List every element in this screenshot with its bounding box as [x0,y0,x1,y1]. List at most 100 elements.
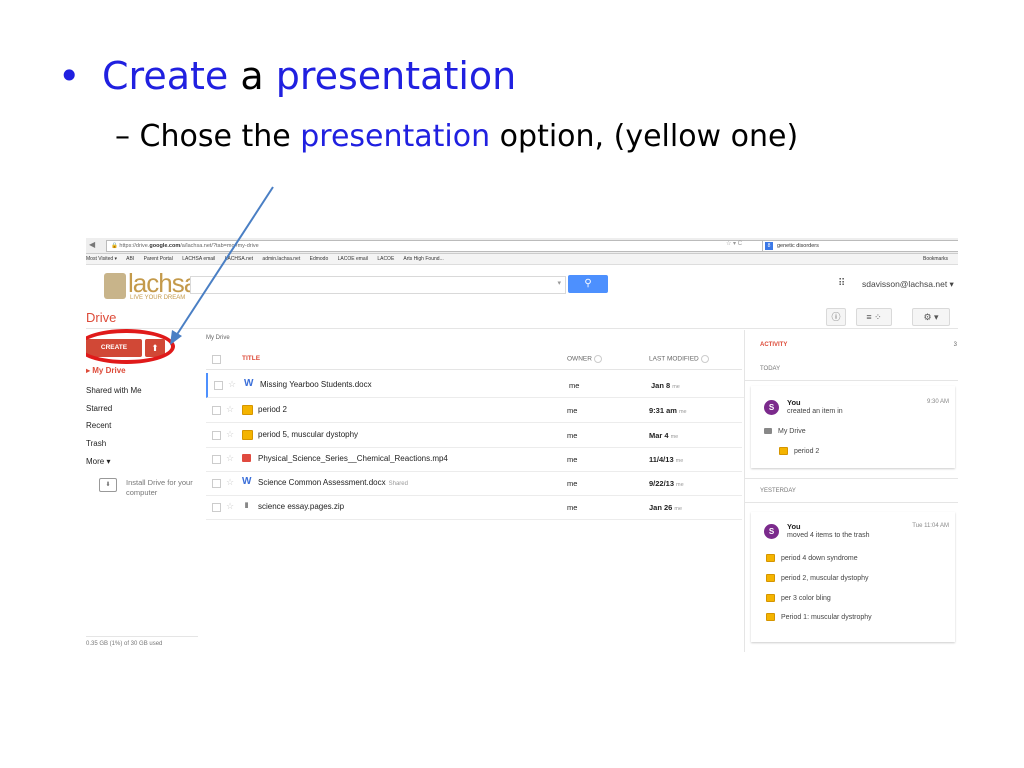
file-name[interactable]: period 5, muscular dystophy [258,430,361,439]
highlight-circle [86,329,175,364]
activity-folder[interactable]: My Drive [764,428,806,435]
bookmark-item[interactable]: LACOE email [338,256,368,262]
activity-file[interactable]: period 2 [779,447,819,455]
details-info-icon[interactable]: ⓘ [826,308,846,326]
slides-icon [766,594,775,602]
activity-card-today[interactable]: S You created an item in 9:30 AM My Driv… [751,386,955,468]
table-row[interactable]: ☆ W Science Common Assessment.docx Shared… [206,471,742,496]
table-row[interactable]: ☆ ▮ science essay.pages.zip me Jan 26 me [206,495,742,520]
avatar: S [764,524,779,539]
word-presentation: presentation [275,54,517,98]
table-row[interactable]: ☆ period 2 me 9:31 am me [206,398,742,423]
file-name[interactable]: Science Common Assessment.docx Shared [258,478,408,487]
activity-divider [745,478,958,479]
sidebar-divider [86,636,198,637]
slides-icon [766,554,775,562]
table-row[interactable]: ☆ W Missing Yearboo Students.docx me Jan… [206,373,744,398]
file-modified: Jan 26 me [649,503,682,512]
search-button[interactable]: ⚲ [568,275,608,293]
video-file-icon [242,454,251,462]
star-icon[interactable]: ☆ [226,478,234,487]
column-owner[interactable]: OWNER [567,355,602,363]
search-options-icon[interactable]: ▾ [557,279,561,287]
activity-file[interactable]: per 3 color bling [766,594,831,602]
sidebar-item-recent[interactable]: Recent [86,421,111,430]
file-name[interactable]: science essay.pages.zip [258,502,347,511]
activity-divider [745,380,958,381]
drive-title: Drive [86,310,117,325]
account-menu[interactable]: sdavisson@lachsa.net ▾ [862,279,954,290]
search-engine-icon: 8 [765,242,773,250]
column-last-modified[interactable]: LAST MODIFIED [649,355,709,363]
sidebar-item-shared[interactable]: Shared with Me [86,386,142,395]
select-all-checkbox[interactable] [212,355,221,364]
column-title[interactable]: TITLE [242,355,260,362]
activity-close[interactable]: 3 [954,342,957,348]
bookmark-item[interactable]: Arts High Found... [403,256,443,262]
browser-search-field[interactable]: 8 genetic disorders ⌕ [762,240,958,252]
bookmark-item[interactable]: Most Visited ▾ [86,256,117,262]
star-icon[interactable]: ☆ [226,405,234,414]
bookmark-item[interactable]: ABI [126,256,134,262]
activity-user: You [787,522,801,531]
activity-title: ACTIVITY [760,342,788,348]
apps-grid-icon[interactable]: ⠿ [838,278,845,289]
row-checkbox[interactable] [214,381,223,390]
zip-file-icon: ▮ [244,502,249,509]
view-toggle[interactable]: ≡ ⁘ [856,308,892,326]
list-view-icon[interactable]: ≡ [866,312,871,322]
bookmark-item[interactable]: LACHSA email [182,256,215,262]
activity-card-yesterday[interactable]: S You moved 4 items to the trash Tue 11:… [751,512,955,642]
storage-usage: 0.35 GB (1%) of 30 GB used [86,641,163,647]
sidebar-item-more[interactable]: More ▾ [86,457,110,466]
table-row[interactable]: ☆ period 5, muscular dystophy me Mar 4 me [206,423,742,448]
bookmark-item[interactable]: admin.lachsa.net [262,256,300,262]
line2-suffix: option, (yellow one) [490,119,799,154]
sort-icon[interactable] [700,355,709,363]
slides-icon [779,447,788,455]
word-create: Create [102,54,229,98]
school-logo[interactable]: lachsa LIVE YOUR DREAM [104,268,198,303]
drive-search-input[interactable]: ▾ [190,276,566,294]
breadcrumb[interactable]: My Drive [206,335,230,341]
bookmark-item[interactable]: Edmodo [310,256,329,262]
star-icon[interactable]: ☆ [226,454,234,463]
grid-view-icon[interactable]: ⁘ [874,312,882,322]
activity-file[interactable]: period 4 down syndrome [766,554,858,562]
star-icon[interactable]: ☆ [226,430,234,439]
row-checkbox[interactable] [212,406,221,415]
computer-icon[interactable]: ⬇ [99,478,117,492]
file-name[interactable]: period 2 [258,405,290,414]
sort-icon[interactable] [593,355,602,363]
slides-icon [766,574,775,582]
settings-gear-icon[interactable]: ⚙ ▾ [912,308,950,326]
activity-file[interactable]: Period 1: muscular dystrophy [766,613,872,621]
row-checkbox[interactable] [212,431,221,440]
file-name[interactable]: Missing Yearboo Students.docx [260,380,375,389]
line2-prefix: – Chose the [115,119,301,154]
star-icon[interactable]: ☆ [228,380,236,389]
bookmark-item[interactable]: LACOE [377,256,394,262]
reload-icon[interactable]: ☆ ▾ C [726,240,742,247]
back-icon[interactable]: ◀ [89,240,95,249]
table-row[interactable]: ☆ Physical_Science_Series__Chemical_Reac… [206,447,742,472]
address-field[interactable]: 🔒 https://drive.google.com/a/lachsa.net/… [106,240,764,252]
sidebar-item-my-drive[interactable]: ▸ My Drive [86,366,126,375]
activity-file[interactable]: period 2, muscular dystophy [766,574,869,582]
row-checkbox[interactable] [212,479,221,488]
row-checkbox[interactable] [212,503,221,512]
activity-panel: ACTIVITY 3 TODAY S You created an item i… [744,330,958,652]
bookmark-item[interactable]: Parent Portal [144,256,173,262]
bookmark-item[interactable]: LACHSA.net [225,256,253,262]
sidebar-item-starred[interactable]: Starred [86,404,112,413]
star-icon[interactable]: ☆ [226,502,234,511]
file-name[interactable]: Physical_Science_Series__Chemical_Reacti… [258,454,451,463]
sidebar-item-trash[interactable]: Trash [86,439,106,448]
browser-search-text: genetic disorders [777,243,819,249]
bookmarks-menu[interactable]: Bookmarks [923,254,948,264]
bookmarks-bar: Most Visited ▾ ABI Parent Portal LACHSA … [86,254,958,265]
install-drive-link[interactable]: Install Drive for your computer [126,478,200,498]
file-owner: me [567,431,578,440]
file-list-header: TITLE OWNER LAST MODIFIED [206,349,742,370]
row-checkbox[interactable] [212,455,221,464]
